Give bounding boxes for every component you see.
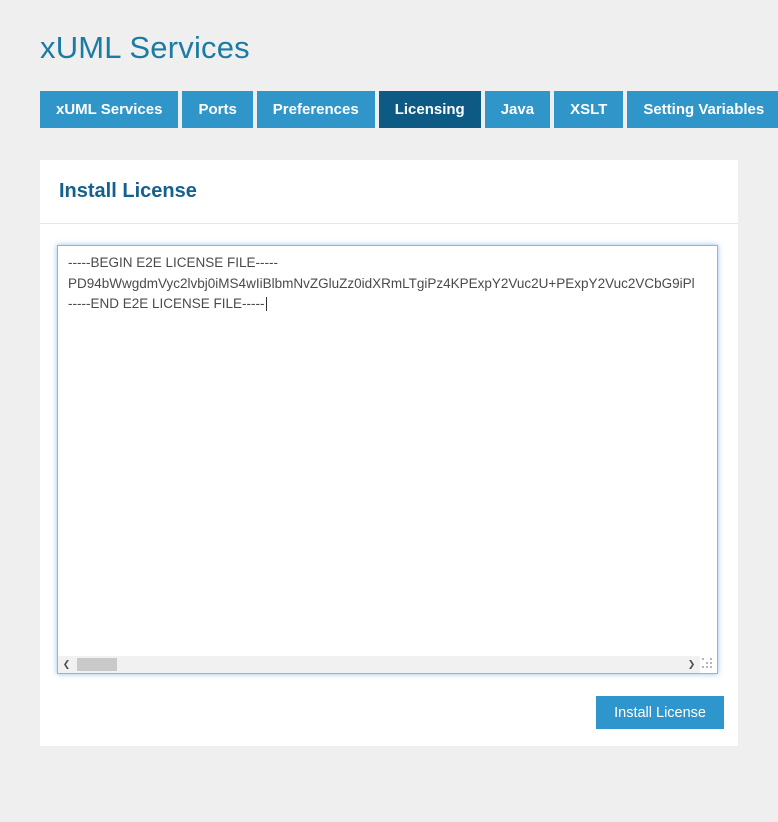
tab-xslt[interactable]: XSLT — [554, 91, 624, 128]
tab-licensing[interactable]: Licensing — [378, 91, 481, 128]
license-text: -----BEGIN E2E LICENSE FILE----- PD94bWw… — [58, 246, 717, 322]
horizontal-scrollbar[interactable]: ❮ ❯ — [58, 656, 700, 673]
tab-ports[interactable]: Ports — [182, 91, 253, 128]
page-title: xUML Services — [40, 30, 250, 65]
panel-heading: Install License — [59, 180, 197, 202]
license-line-blob: PD94bWwgdmVyc2lvbj0iMS4wIiBlbmNvZGluZz0i… — [68, 275, 695, 291]
license-textarea[interactable]: -----BEGIN E2E LICENSE FILE----- PD94bWw… — [57, 245, 718, 674]
panel-header: Install License — [40, 160, 738, 224]
tab-bar: xUML Services Ports Preferences Licensin… — [40, 91, 778, 128]
page: xUML Services xUML Services Ports Prefer… — [0, 30, 778, 746]
install-license-panel: Install License -----BEGIN E2E LICENSE F… — [40, 160, 738, 746]
tab-preferences[interactable]: Preferences — [256, 91, 375, 128]
scroll-left-icon[interactable]: ❮ — [58, 656, 75, 673]
button-row: Install License — [40, 696, 724, 729]
license-line-end: -----END E2E LICENSE FILE----- — [68, 296, 265, 311]
tab-java[interactable]: Java — [484, 91, 551, 128]
resize-grip-icon[interactable] — [702, 658, 714, 670]
scroll-right-icon[interactable]: ❯ — [683, 656, 700, 673]
text-cursor — [265, 297, 267, 311]
license-line-begin: -----BEGIN E2E LICENSE FILE----- — [68, 255, 279, 270]
tab-setting-variables[interactable]: Setting Variables — [627, 91, 778, 128]
scrollbar-thumb[interactable] — [77, 658, 117, 671]
tab-xuml-services[interactable]: xUML Services — [40, 91, 179, 128]
install-license-button[interactable]: Install License — [596, 696, 724, 729]
